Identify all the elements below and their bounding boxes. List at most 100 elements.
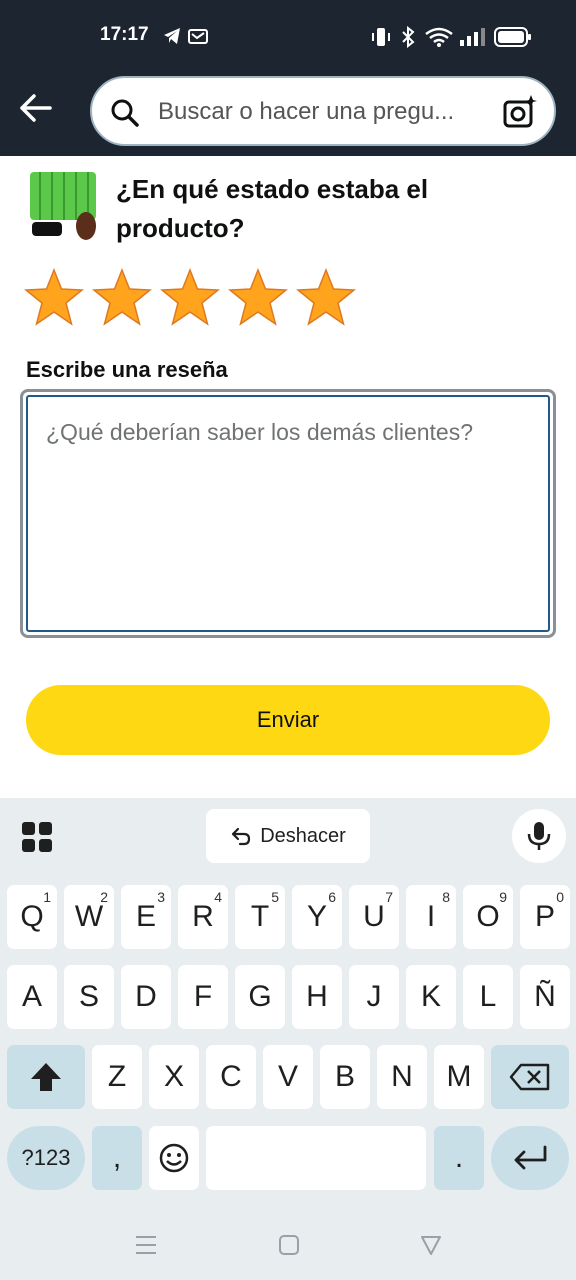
emoji-icon [159,1143,189,1173]
star-rating[interactable] [24,268,356,332]
backspace-icon [509,1063,550,1091]
key-v[interactable]: V [263,1045,313,1109]
symbols-key[interactable]: ?123 [7,1126,85,1190]
key-g-label: G [248,980,272,1013]
telegram-icon [164,28,180,44]
undo-icon [232,827,251,846]
home-nav-icon[interactable] [277,1233,301,1257]
search-bar[interactable] [90,76,556,146]
keyboard-toolbar: Deshacer [0,798,576,876]
star-3-icon[interactable] [160,268,220,328]
status-bar: 17:17 [0,0,576,72]
key-b[interactable]: B [320,1045,370,1109]
star-1-icon[interactable] [24,268,84,328]
microphone-icon [527,822,551,850]
key-i-hint: 8 [442,889,450,905]
enter-icon [514,1145,547,1170]
key-c[interactable]: C [206,1045,256,1109]
key-n-label: N [391,1060,413,1093]
review-textarea-frame [20,389,556,638]
key-l-label: L [479,980,497,1013]
key-o-label: O [476,900,500,933]
key-c-label: C [220,1060,242,1093]
vibrate-icon [372,28,390,46]
signal-icon [460,28,485,46]
key-z-label: Z [107,1060,127,1093]
key-r[interactable]: R4 [178,885,228,949]
review-label: Escribe una reseña [26,357,228,382]
key-d-label: D [135,980,157,1013]
key-j[interactable]: J [349,965,399,1029]
key-t-hint: 5 [271,889,279,905]
key-o[interactable]: O9 [463,885,513,949]
key-m[interactable]: M [434,1045,484,1109]
key-f[interactable]: F [178,965,228,1029]
shift-key[interactable] [7,1045,85,1109]
key-p-label: P [534,900,555,933]
undo-button[interactable]: Deshacer [206,809,370,863]
key-k[interactable]: K [406,965,456,1029]
key-h[interactable]: H [292,965,342,1029]
key-w[interactable]: W2 [64,885,114,949]
review-textarea[interactable] [26,395,550,632]
key-t[interactable]: T5 [235,885,285,949]
key-v-label: V [277,1060,298,1093]
submit-button[interactable]: Enviar [26,685,550,755]
key-f-label: F [193,980,213,1013]
key-n[interactable]: N [377,1045,427,1109]
key-p[interactable]: P0 [520,885,570,949]
comma-key[interactable]: , [92,1126,142,1190]
key-z[interactable]: Z [92,1045,142,1109]
key-j-label: J [366,980,382,1013]
key-r-label: R [192,900,214,933]
enter-key[interactable] [491,1126,569,1190]
battery-icon [494,27,531,47]
key-t-label: T [250,900,270,933]
key-b-label: B [334,1060,355,1093]
key-x-label: X [163,1060,184,1093]
key-d[interactable]: D [121,965,171,1029]
key-p-hint: 0 [556,889,564,905]
key-g[interactable]: G [235,965,285,1029]
key-x[interactable]: X [149,1045,199,1109]
search-icon [111,99,139,127]
voice-input-button[interactable] [512,809,566,863]
key-e[interactable]: E3 [121,885,171,949]
key-w-label: W [74,900,104,933]
bluetooth-icon [402,26,415,48]
key-i[interactable]: I8 [406,885,456,949]
key-y-label: Y [306,900,327,933]
space-key[interactable] [206,1126,426,1190]
key-a[interactable]: A [7,965,57,1029]
symbols-key-label: ?123 [21,1145,71,1170]
wifi-icon [425,27,453,47]
key-q[interactable]: Q1 [7,885,57,949]
key-o-hint: 9 [499,889,507,905]
emoji-key[interactable] [149,1126,199,1190]
period-key[interactable]: . [434,1126,484,1190]
search-input[interactable] [158,92,488,132]
key-u[interactable]: U7 [349,885,399,949]
camera-search-icon[interactable] [502,94,538,130]
keyboard: Deshacer Q1W2E3R4T5Y6U7I8O9P0ASDFGHJKLÑZ… [0,798,576,1280]
undo-label: Deshacer [260,824,346,847]
key-i-label: I [426,900,436,933]
apps-grid-icon[interactable] [20,820,54,854]
menu-nav-icon[interactable] [134,1233,158,1257]
key-s[interactable]: S [64,965,114,1029]
key-m-label: M [446,1060,472,1093]
star-5-icon[interactable] [296,268,356,328]
backspace-key[interactable] [491,1045,569,1109]
star-2-icon[interactable] [92,268,152,328]
back-arrow-icon[interactable] [16,88,56,128]
key-e-hint: 3 [157,889,165,905]
back-nav-icon[interactable] [419,1233,443,1257]
key-n-tilde[interactable]: Ñ [520,965,570,1029]
star-4-icon[interactable] [228,268,288,328]
key-y[interactable]: Y6 [292,885,342,949]
notification-icon [188,29,208,44]
app-header: 17:17 [0,0,576,156]
key-a-label: A [21,980,42,1013]
key-w-hint: 2 [100,889,108,905]
key-l[interactable]: L [463,965,513,1029]
